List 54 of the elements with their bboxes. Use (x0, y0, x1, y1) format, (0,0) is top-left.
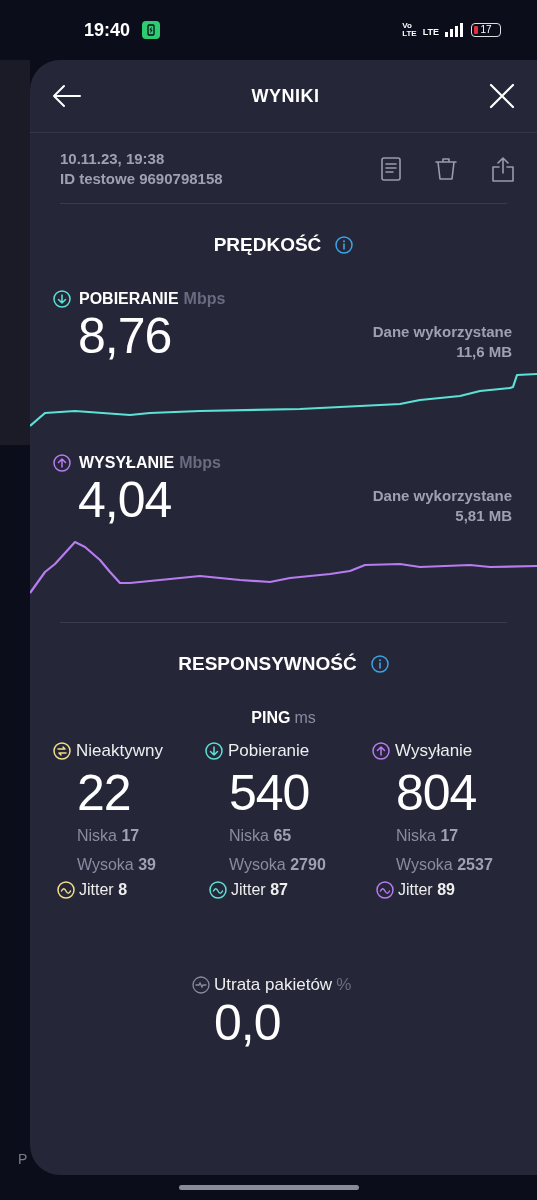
signal-icon (445, 23, 465, 37)
packet-loss-label: Utrata pakietów (214, 975, 333, 995)
jitter-value: Jitter 89 (398, 881, 455, 899)
section-title: PRĘDKOŚĆ (213, 234, 322, 256)
info-icon[interactable] (370, 655, 389, 673)
section-title: RESPONSYWNOŚĆ (178, 653, 357, 675)
pulse-circle-icon (192, 976, 210, 994)
ping-low: Niska 17 (76, 826, 141, 846)
ping-low: Niska 17 (395, 826, 460, 846)
speed-label: WYSYŁANIE (79, 454, 175, 472)
packet-loss-value: 0,0 (213, 995, 281, 1051)
ping-value: 540 (228, 765, 311, 821)
data-used-label: Dane wykorzystane (372, 322, 512, 342)
close-icon[interactable] (489, 83, 515, 109)
trash-icon[interactable] (435, 157, 457, 181)
battery-percent: 17 (480, 25, 492, 35)
info-icon[interactable] (335, 236, 354, 254)
clock-time: 19:40 (84, 19, 131, 41)
test-id: ID testowe 9690798158 (60, 169, 223, 189)
wave-circle-icon (376, 881, 394, 899)
document-icon[interactable] (381, 157, 401, 181)
unit-label: Mbps (183, 290, 226, 308)
share-icon[interactable] (491, 156, 515, 182)
volte-label: Vo (402, 22, 413, 30)
volte-label: LTE (402, 30, 417, 38)
ping-value: 804 (395, 765, 478, 821)
wave-circle-icon (57, 881, 75, 899)
ping-high: Wysoka 2790 (228, 855, 327, 875)
jitter-value: Jitter 8 (79, 881, 128, 899)
test-date: 10.11.23, 19:38 (60, 149, 166, 169)
speed-value: 4,04 (78, 472, 172, 528)
ping-type-label: Wysyłanie (395, 741, 473, 761)
ping-low: Niska 65 (228, 826, 293, 846)
network-type-label: LTE (422, 27, 439, 37)
data-used-value: 5,81 MB (454, 506, 512, 526)
background-text: P (18, 1151, 28, 1167)
jitter-value: Jitter 87 (231, 881, 288, 899)
wave-circle-icon (209, 881, 227, 899)
data-used-label: Dane wykorzystane (372, 486, 512, 506)
unit-label: % (336, 975, 352, 995)
back-arrow-icon[interactable] (52, 84, 82, 108)
ping-type-label: Nieaktywny (76, 741, 163, 761)
ping-label: PING (251, 709, 291, 727)
ping-value: 22 (76, 765, 132, 821)
window-title: WYNIKI (251, 85, 320, 107)
speed-value: 8,76 (78, 308, 172, 364)
unit-label: ms (294, 709, 316, 727)
speed-label: POBIERANIE (79, 290, 179, 308)
unit-label: Mbps (179, 454, 221, 472)
ping-type-label: Pobieranie (228, 741, 310, 761)
battery-saver-icon (142, 21, 161, 39)
ping-high: Wysoka 2537 (395, 855, 494, 875)
ping-high: Wysoka 39 (76, 855, 157, 875)
data-used-value: 11,6 MB (455, 342, 512, 362)
